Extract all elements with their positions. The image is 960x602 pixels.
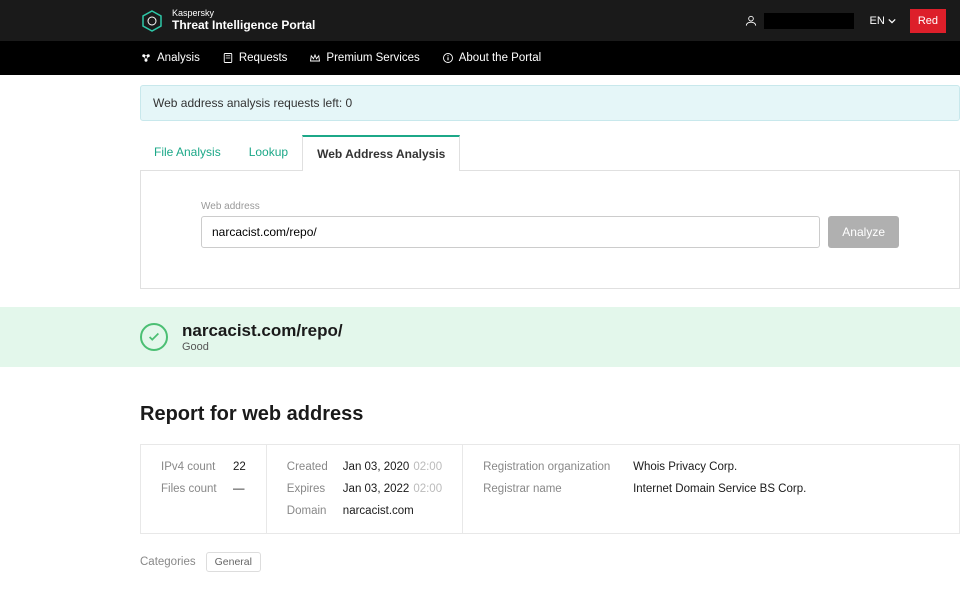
topbar: Kaspersky Threat Intelligence Portal EN … xyxy=(0,0,960,41)
page-content: Web address analysis requests left: 0 Fi… xyxy=(0,85,960,572)
nav-analysis-label: Analysis xyxy=(157,52,200,64)
expires-time: 02:00 xyxy=(413,483,442,495)
nav-premium[interactable]: Premium Services xyxy=(309,52,419,64)
created-date: Jan 03, 2020 xyxy=(343,461,410,473)
category-pill: General xyxy=(206,552,261,572)
regorg-value: Whois Privacy Corp. xyxy=(633,461,737,473)
report-heading: Report for web address xyxy=(140,403,960,426)
created-label: Created xyxy=(287,461,333,473)
files-count-value: — xyxy=(233,483,245,495)
domain-value: narcacist.com xyxy=(343,505,414,517)
analysis-tabs: File Analysis Lookup Web Address Analysi… xyxy=(140,135,960,171)
info-icon xyxy=(442,52,454,64)
tab-lookup[interactable]: Lookup xyxy=(235,135,302,170)
brand-text: Kaspersky Threat Intelligence Portal xyxy=(172,9,315,32)
analyze-button[interactable]: Analyze xyxy=(828,216,899,248)
nav-analysis[interactable]: Analysis xyxy=(140,52,200,64)
language-selector[interactable]: EN xyxy=(870,15,896,27)
quota-notice: Web address analysis requests left: 0 xyxy=(140,85,960,121)
ipv4-count-label: IPv4 count xyxy=(161,461,223,473)
verdict-check-icon xyxy=(140,323,168,351)
tab-file-analysis[interactable]: File Analysis xyxy=(140,135,235,170)
brand-logo[interactable]: Kaspersky Threat Intelligence Portal xyxy=(140,9,315,33)
expires-label: Expires xyxy=(287,483,333,495)
nav-premium-label: Premium Services xyxy=(326,52,419,64)
analysis-icon xyxy=(140,52,152,64)
verdict-status: Good xyxy=(182,341,343,353)
verdict-banner: narcacist.com/repo/ Good xyxy=(0,307,960,367)
web-address-input[interactable] xyxy=(201,216,820,248)
report-col-counts: IPv4 count 22 Files count — xyxy=(141,445,267,533)
report-col-registrar: Registration organization Whois Privacy … xyxy=(463,445,826,533)
search-panel: Web address Analyze xyxy=(140,171,960,289)
language-label: EN xyxy=(870,15,885,27)
navbar: Analysis Requests Premium Services About… xyxy=(0,41,960,75)
report-col-dates: Created Jan 03, 2020 02:00 Expires Jan 0… xyxy=(267,445,463,533)
nav-about-label: About the Portal xyxy=(459,52,541,64)
report-details: IPv4 count 22 Files count — Created Jan … xyxy=(140,444,960,534)
registrar-value: Internet Domain Service BS Corp. xyxy=(633,483,806,495)
kaspersky-hex-icon xyxy=(140,9,164,33)
nav-requests-label: Requests xyxy=(239,52,288,64)
brand-product: Threat Intelligence Portal xyxy=(172,19,315,32)
requests-icon xyxy=(222,52,234,64)
categories-label: Categories xyxy=(140,556,196,568)
username-redacted[interactable] xyxy=(764,13,854,29)
nav-about[interactable]: About the Portal xyxy=(442,52,541,64)
user-icon xyxy=(744,14,758,28)
domain-label: Domain xyxy=(287,505,333,517)
chevron-down-icon xyxy=(888,17,896,25)
files-count-label: Files count xyxy=(161,483,223,495)
regorg-label: Registration organization xyxy=(483,461,623,473)
expires-date: Jan 03, 2022 xyxy=(343,483,410,495)
red-button[interactable]: Red xyxy=(910,9,946,33)
ipv4-count-value: 22 xyxy=(233,461,246,473)
verdict-url: narcacist.com/repo/ xyxy=(182,321,343,341)
nav-requests[interactable]: Requests xyxy=(222,52,288,64)
registrar-label: Registrar name xyxy=(483,483,623,495)
created-time: 02:00 xyxy=(413,461,442,473)
categories-row: Categories General xyxy=(140,552,960,572)
tab-web-address-analysis[interactable]: Web Address Analysis xyxy=(302,135,460,171)
crown-icon xyxy=(309,52,321,64)
web-address-label: Web address xyxy=(201,201,899,212)
